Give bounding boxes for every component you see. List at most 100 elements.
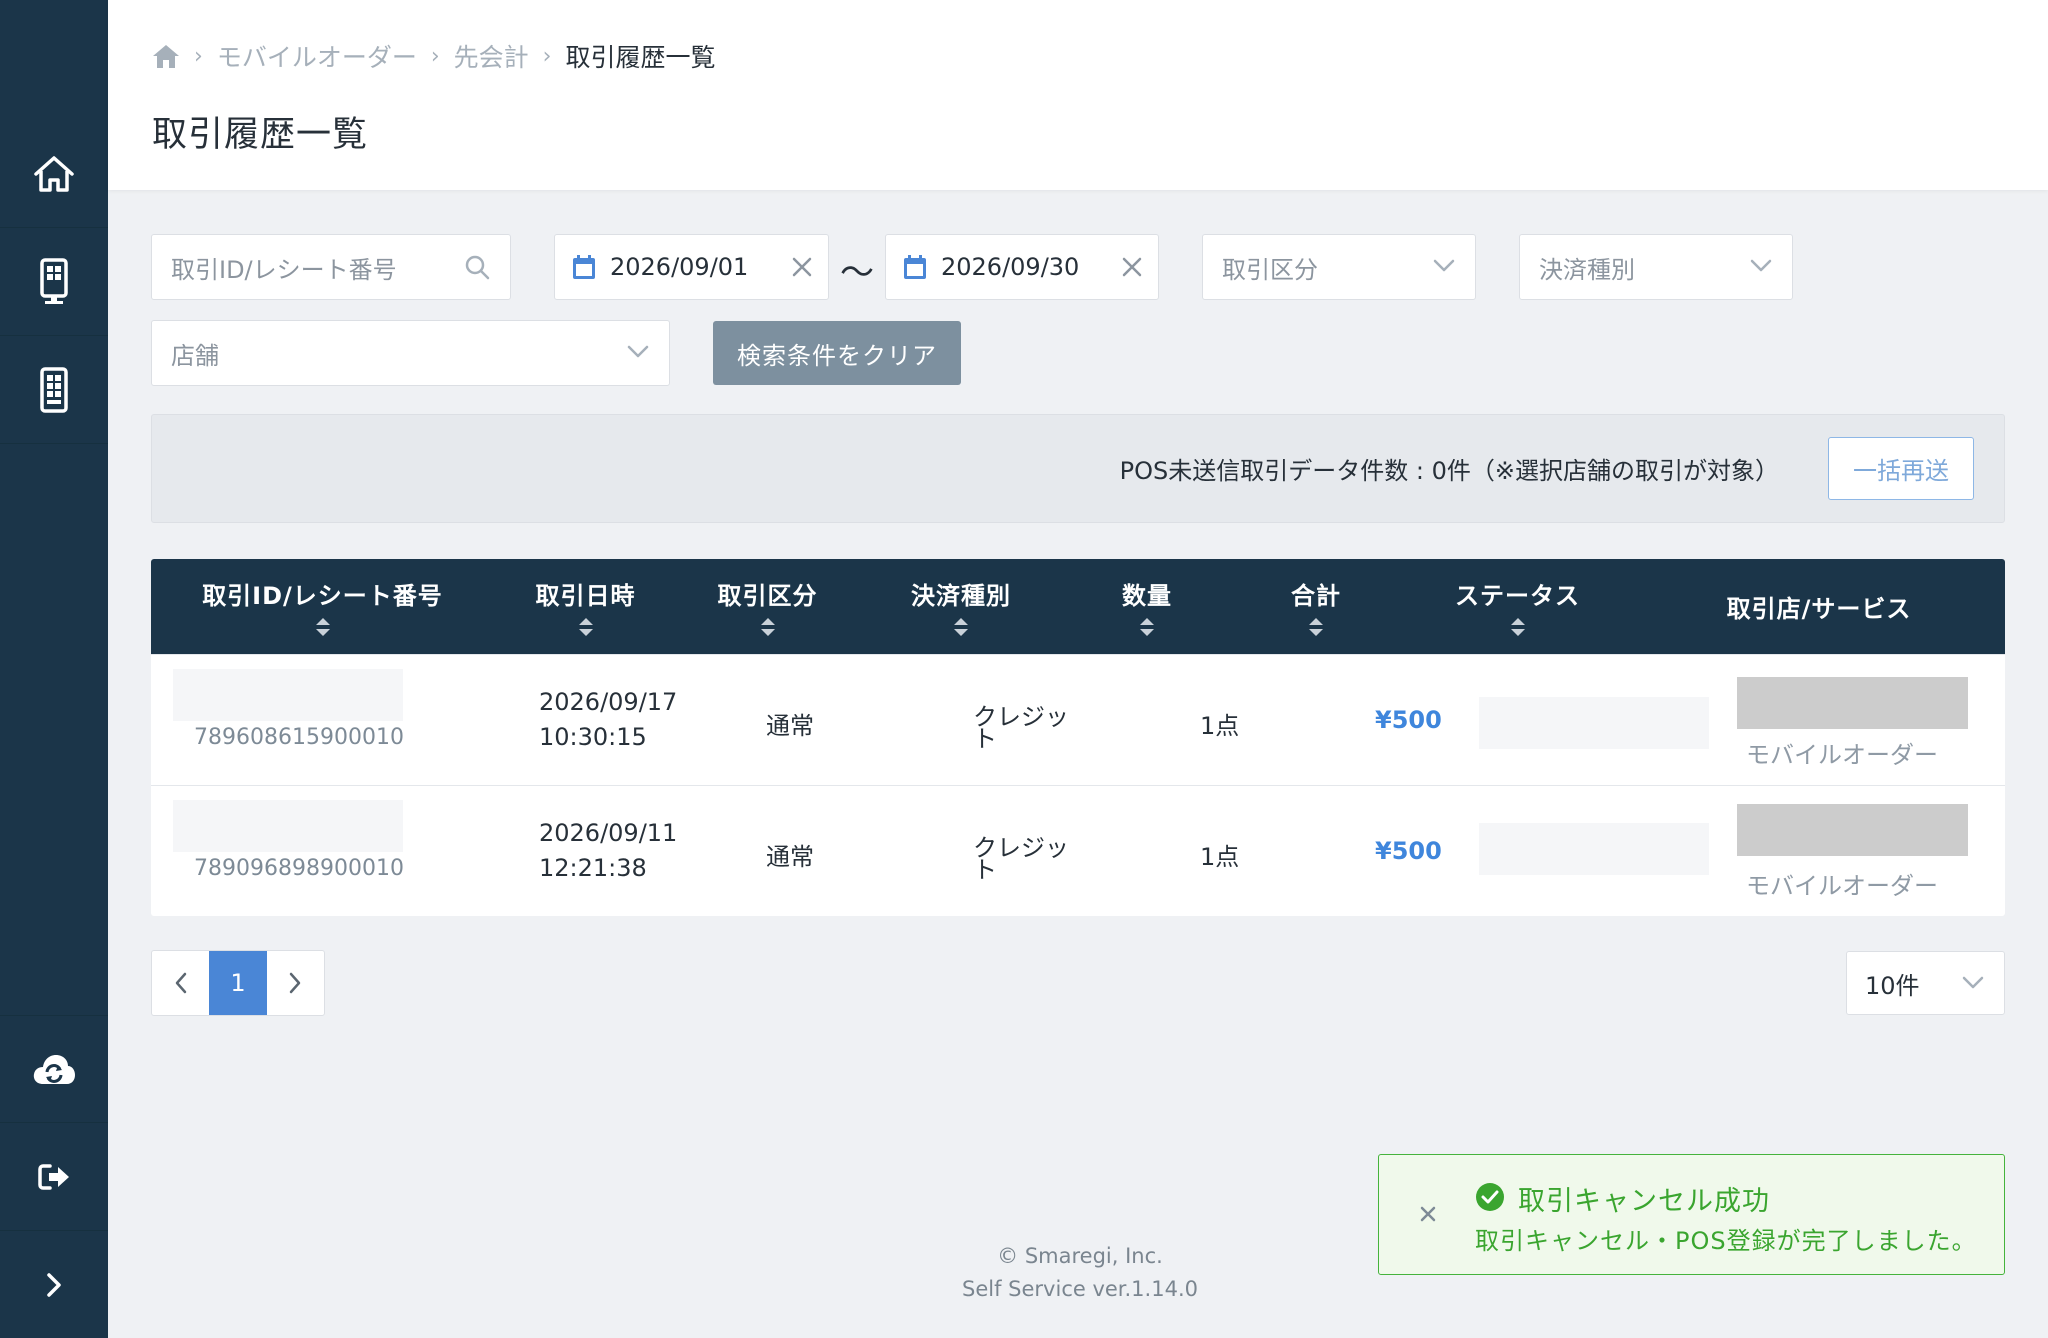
sidebar — [0, 0, 108, 1338]
payment-type-line2: ト — [973, 725, 997, 753]
table-header: 取引ID/レシート番号 取引日時 取引区分 決済種別 数量 合計 ステータス 取… — [151, 559, 2005, 654]
column-header-service: 取引店/サービス — [1726, 595, 1912, 623]
column-header-payment[interactable]: 決済種別 — [858, 559, 1064, 654]
breadcrumb-item-mobile-order[interactable]: モバイルオーダー — [217, 38, 417, 74]
close-icon[interactable] — [1419, 1205, 1437, 1223]
chevron-down-icon — [627, 345, 649, 358]
breadcrumb-item-current: 取引履歴一覧 — [565, 43, 716, 72]
sort-icon — [760, 618, 775, 636]
redacted-store-name — [1737, 677, 1968, 729]
status-placeholder — [1479, 697, 1709, 749]
transactions-table: 取引ID/レシート番号 取引日時 取引区分 決済種別 数量 合計 ステータス 取… — [151, 559, 2005, 916]
logout-icon — [38, 1163, 69, 1190]
service-name: モバイルオーダー — [1746, 872, 1938, 900]
redacted-placeholder — [173, 800, 403, 852]
breadcrumb: › モバイルオーダー › 先会計 › 取引履歴一覧 — [152, 38, 715, 74]
breadcrumb-item-prepay[interactable]: 先会計 — [454, 38, 529, 74]
close-icon[interactable] — [790, 255, 814, 279]
sort-icon — [1309, 618, 1323, 636]
payment-type-line2: ト — [973, 856, 997, 884]
sidebar-sync-button[interactable] — [0, 1015, 108, 1123]
column-header-status[interactable]: ステータス — [1402, 559, 1633, 654]
version-text: Self Service ver.1.14.0 — [962, 1277, 1198, 1301]
page-button-current[interactable]: 1 — [209, 951, 267, 1015]
home-icon — [34, 155, 74, 192]
sidebar-logout-button[interactable] — [0, 1123, 108, 1231]
transaction-type: 通常 — [766, 712, 814, 740]
search-input-placeholder: 取引ID/レシート番号 — [171, 255, 397, 284]
success-toast: 取引キャンセル成功 取引キャンセル・POS登録が完了しました。 — [1378, 1154, 2005, 1275]
transaction-id[interactable]: 789608615900010 — [194, 725, 404, 750]
page-title: 取引履歴一覧 — [152, 115, 369, 155]
transaction-type-select[interactable]: 取引区分 — [1202, 234, 1476, 300]
redacted-store-name — [1737, 804, 1968, 856]
page-header: › モバイルオーダー › 先会計 › 取引履歴一覧 取引履歴一覧 — [108, 0, 2048, 190]
sort-icon — [578, 618, 593, 636]
date-to-value: 2026/09/30 — [941, 253, 1080, 281]
column-header-type[interactable]: 取引区分 — [677, 559, 858, 654]
chevron-right-icon — [47, 1273, 61, 1297]
sort-icon — [954, 618, 968, 636]
column-header-id[interactable]: 取引ID/レシート番号 — [151, 559, 494, 654]
service-name: モバイルオーダー — [1746, 741, 1938, 769]
kiosk-icon — [40, 257, 68, 304]
redacted-placeholder — [173, 669, 403, 721]
chevron-right-icon — [290, 972, 301, 994]
date-range-separator: 〜 — [840, 253, 874, 293]
transaction-date: 2026/09/11 — [539, 819, 678, 847]
sidebar-expand-button[interactable] — [0, 1231, 108, 1338]
chevron-down-icon — [1433, 259, 1455, 272]
quantity: 1点 — [1200, 712, 1240, 740]
transaction-type-placeholder: 取引区分 — [1222, 255, 1318, 284]
toast-title: 取引キャンセル成功 — [1518, 1186, 1770, 1217]
chevron-left-icon — [175, 972, 186, 994]
check-circle-icon — [1476, 1183, 1504, 1211]
table-row[interactable]: 789096898900010 2026/09/11 12:21:38 通常 ク… — [151, 785, 2005, 916]
pos-unsent-notice: POS未送信取引データ件数 : 0件（※選択店舗の取引が対象） 一括再送 — [151, 414, 2005, 523]
column-header-datetime[interactable]: 取引日時 — [494, 559, 677, 654]
copyright-text: © Smaregi, Inc. — [997, 1244, 1163, 1268]
per-page-select[interactable]: 10件 — [1846, 951, 2005, 1015]
toast-message: 取引キャンセル・POS登録が完了しました。 — [1475, 1227, 1977, 1255]
tablet-icon — [40, 366, 68, 413]
store-select[interactable]: 店舗 — [151, 320, 670, 386]
payment-type-select[interactable]: 決済種別 — [1519, 234, 1793, 300]
search-icon — [465, 255, 490, 280]
sidebar-kiosk-button[interactable] — [0, 228, 108, 336]
transaction-time: 12:21:38 — [539, 854, 647, 882]
transaction-type: 通常 — [766, 843, 814, 871]
close-icon[interactable] — [1120, 255, 1144, 279]
transaction-time: 10:30:15 — [539, 723, 647, 751]
clear-filters-button[interactable]: 検索条件をクリア — [713, 321, 961, 385]
footer: © Smaregi, Inc. Self Service ver.1.14.0 — [880, 1240, 1280, 1306]
sort-icon — [1140, 618, 1154, 636]
chevron-down-icon — [1962, 976, 1984, 989]
pos-unsent-count-text: POS未送信取引データ件数 : 0件（※選択店舗の取引が対象） — [1119, 457, 1779, 485]
payment-type-placeholder: 決済種別 — [1539, 255, 1635, 284]
status-placeholder — [1479, 823, 1709, 875]
column-header-quantity[interactable]: 数量 — [1064, 559, 1230, 654]
sort-icon — [315, 618, 330, 636]
quantity: 1点 — [1200, 843, 1240, 871]
total-amount: ¥500 — [1375, 706, 1442, 734]
sidebar-tablet-button[interactable] — [0, 336, 108, 444]
store-placeholder: 店舗 — [171, 341, 219, 370]
date-from-picker[interactable]: 2026/09/01 — [554, 234, 829, 300]
search-input[interactable]: 取引ID/レシート番号 — [151, 234, 511, 300]
date-from-value: 2026/09/01 — [610, 253, 749, 281]
bulk-resend-button[interactable]: 一括再送 — [1828, 437, 1974, 500]
prev-page-button[interactable] — [152, 951, 209, 1015]
date-to-picker[interactable]: 2026/09/30 — [885, 234, 1159, 300]
per-page-value: 10件 — [1865, 971, 1920, 1000]
calendar-icon — [573, 255, 595, 279]
next-page-button[interactable] — [267, 951, 324, 1015]
column-header-total[interactable]: 合計 — [1230, 559, 1402, 654]
transaction-id[interactable]: 789096898900010 — [194, 856, 404, 881]
breadcrumb-home-link[interactable] — [152, 43, 180, 69]
pagination: 1 — [151, 950, 325, 1016]
cloud-sync-icon — [33, 1055, 75, 1084]
table-row[interactable]: 789608615900010 2026/09/17 10:30:15 通常 ク… — [151, 654, 2005, 785]
sidebar-home-button[interactable] — [0, 120, 108, 228]
chevron-right-icon: › — [430, 43, 440, 69]
home-icon — [153, 45, 179, 68]
